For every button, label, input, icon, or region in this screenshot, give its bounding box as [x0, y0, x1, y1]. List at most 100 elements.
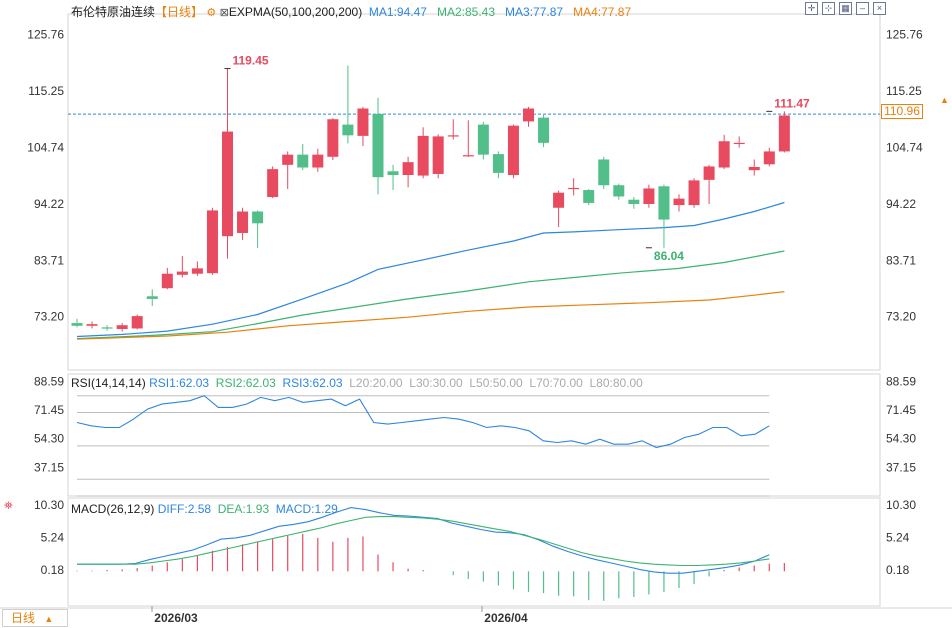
candle	[507, 124, 519, 179]
candle-body	[372, 113, 384, 178]
y-tick-label-left: 73.20	[34, 310, 64, 324]
settings-icon[interactable]: ⚙	[206, 7, 216, 19]
y-tick-label-right: 73.20	[886, 310, 916, 324]
candle-body	[161, 273, 173, 289]
rsi-header: RSI(14,14,14) RSI1:62.03 RSI2:62.03 RSI3…	[71, 376, 643, 390]
candle	[643, 184, 655, 208]
candle-body	[763, 151, 775, 165]
period-tag[interactable]: 【日线】	[155, 5, 203, 19]
annotation-label: 86.04	[654, 249, 684, 263]
indicator-menu-icon[interactable]: ⊠	[220, 7, 229, 19]
panel-frame-2	[67, 373, 881, 497]
candle	[763, 147, 775, 167]
minimize-icon[interactable]: –	[856, 2, 869, 15]
candle	[146, 289, 158, 306]
price-marker-icon: ▲	[940, 95, 949, 105]
candle	[432, 134, 444, 179]
l50-legend: L50:50.00	[469, 376, 523, 390]
candle-body	[432, 136, 444, 174]
rsi-tick-label-left: 88.59	[34, 374, 64, 388]
candle	[778, 111, 790, 153]
chevron-up-icon: ▲	[44, 614, 54, 624]
candle-body	[507, 125, 519, 176]
y-tick-label-right: 94.22	[886, 197, 916, 211]
dea-legend: DEA:1.93	[217, 502, 270, 516]
candle	[613, 183, 625, 200]
candle	[116, 323, 128, 332]
macd-title[interactable]: MACD(26,12,9)	[71, 502, 154, 516]
rsi-tick-label-left: 54.30	[34, 432, 64, 446]
x-tick-label: 2026/03	[154, 611, 198, 625]
candle	[462, 120, 474, 157]
candle	[297, 143, 309, 171]
y-tick-label-left: 125.76	[27, 28, 64, 42]
candle	[718, 134, 730, 170]
ma2-legend: MA2:85.43	[436, 5, 496, 19]
macd-gear-icon[interactable]: ⛯	[4, 500, 13, 513]
candle-body	[206, 210, 218, 274]
collapse-icon[interactable]: ⊹	[822, 2, 835, 15]
candle-body	[387, 171, 399, 176]
series-line-expma200	[76, 291, 785, 340]
candle	[312, 148, 324, 172]
candle-body	[583, 190, 595, 203]
y-tick-label-right: 125.76	[886, 28, 923, 42]
candle	[131, 314, 143, 330]
x-axis-labels: 2026/03 2026/04	[151, 606, 528, 625]
current-price-tag: 110.96	[881, 104, 923, 119]
rsi-tick-label-right: 88.59	[886, 374, 916, 388]
candle	[417, 127, 429, 179]
l20-legend: L20:20.00	[349, 376, 403, 390]
annotation-label: 119.45	[233, 54, 269, 68]
expand-icon[interactable]: ✛	[805, 2, 818, 15]
candle	[222, 68, 233, 259]
candle-body	[86, 324, 98, 326]
panel-toolbar: ✛ ⊹ ▦ – ×	[805, 2, 886, 15]
y-tick-label-left: 83.71	[34, 253, 64, 267]
candle-body	[222, 131, 233, 237]
annotation-label: 111.47	[774, 96, 810, 110]
candle-body	[748, 166, 760, 171]
rsi-tick-label-right: 71.45	[886, 403, 916, 417]
macd-tick-label-left: 10.30	[34, 498, 64, 512]
ma3-legend: MA3:77.87	[505, 5, 564, 19]
l80-legend: L80:80.00	[589, 376, 643, 390]
candle-body	[237, 211, 249, 233]
candle-body	[146, 296, 158, 299]
candle-body	[492, 154, 504, 173]
candle	[583, 188, 595, 206]
candle-body	[312, 154, 324, 168]
candle	[748, 159, 760, 176]
main-indicator-name[interactable]: EXPMA(50,100,200,200)	[229, 5, 362, 19]
candle-body	[447, 135, 459, 137]
y-tick-label-left: 115.25	[28, 84, 64, 98]
candle-body	[402, 162, 414, 176]
candle-body	[131, 316, 143, 329]
macd-tick-label-right: 10.30	[886, 498, 916, 512]
macd-tick-label-left: 5.24	[41, 531, 65, 545]
candle	[628, 197, 640, 209]
candle-body	[703, 166, 715, 180]
dea-line	[77, 516, 770, 567]
candle	[688, 178, 700, 208]
candle	[523, 106, 534, 127]
ma4-legend: MA4:77.87	[573, 5, 632, 19]
l30-legend: L30:30.00	[409, 376, 463, 390]
candle-body	[477, 124, 489, 155]
macd-tick-label-right: 0.18	[886, 563, 910, 577]
y-tick-label-right: 104.74	[886, 140, 923, 154]
candle-body	[342, 124, 354, 136]
rsi-title[interactable]: RSI(14,14,14)	[71, 376, 146, 390]
candle-body	[297, 154, 309, 168]
candle-body	[252, 211, 264, 224]
grid-icon[interactable]: ▦	[839, 2, 852, 15]
rsi-tick-label-left: 37.15	[34, 460, 64, 474]
close-icon[interactable]: ×	[873, 2, 886, 15]
candle-body	[568, 187, 580, 190]
candle-body	[282, 154, 294, 165]
l70-legend: L70:70.00	[529, 376, 583, 390]
period-selector-button[interactable]: 日线 ▲	[2, 609, 68, 627]
rsi-tick-label-left: 71.45	[34, 403, 64, 417]
candlestick-series	[71, 65, 790, 332]
candle	[703, 164, 715, 204]
